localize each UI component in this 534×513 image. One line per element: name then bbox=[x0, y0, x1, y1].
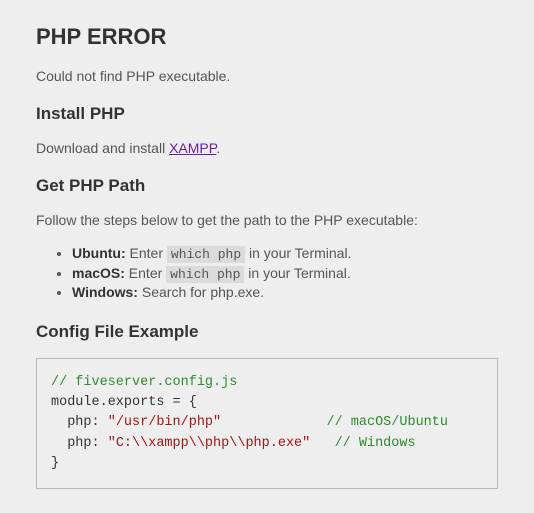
page-title: PHP ERROR bbox=[36, 24, 498, 50]
item-after: in your Terminal. bbox=[244, 265, 350, 281]
item-before: Search for php.exe. bbox=[138, 284, 264, 300]
path-list: Ubuntu: Enter which php in your Terminal… bbox=[72, 244, 498, 302]
intro-text: Could not find PHP executable. bbox=[36, 68, 498, 84]
xampp-link[interactable]: XAMPP bbox=[169, 140, 216, 156]
item-before: Enter bbox=[126, 245, 167, 261]
install-text-before: Download and install bbox=[36, 140, 169, 156]
os-label: Ubuntu: bbox=[72, 245, 126, 261]
path-heading: Get PHP Path bbox=[36, 176, 498, 196]
config-heading: Config File Example bbox=[36, 322, 498, 342]
code-pad bbox=[310, 436, 334, 451]
code-comment: // Windows bbox=[335, 436, 416, 451]
code-key: php: bbox=[51, 436, 108, 451]
item-after: in your Terminal. bbox=[245, 245, 351, 261]
code-comment: // macOS/Ubuntu bbox=[326, 415, 448, 430]
install-heading: Install PHP bbox=[36, 104, 498, 124]
path-intro: Follow the steps below to get the path t… bbox=[36, 212, 498, 228]
inline-code: which php bbox=[166, 266, 244, 283]
os-label: Windows: bbox=[72, 284, 138, 300]
code-line: module.exports = { bbox=[51, 395, 197, 410]
install-text-after: . bbox=[216, 140, 220, 156]
code-key: php: bbox=[51, 415, 108, 430]
item-before: Enter bbox=[125, 265, 166, 281]
install-text: Download and install XAMPP. bbox=[36, 140, 498, 156]
code-comment: // fiveserver.config.js bbox=[51, 375, 237, 390]
os-label: macOS: bbox=[72, 265, 125, 281]
code-string: "C:\\xampp\\php\\php.exe" bbox=[108, 436, 311, 451]
list-item: Ubuntu: Enter which php in your Terminal… bbox=[72, 244, 498, 264]
inline-code: which php bbox=[167, 246, 245, 263]
list-item: Windows: Search for php.exe. bbox=[72, 283, 498, 302]
code-line: } bbox=[51, 456, 59, 471]
code-pad bbox=[221, 415, 326, 430]
code-string: "/usr/bin/php" bbox=[108, 415, 221, 430]
code-block: // fiveserver.config.js module.exports =… bbox=[36, 358, 498, 489]
list-item: macOS: Enter which php in your Terminal. bbox=[72, 264, 498, 284]
